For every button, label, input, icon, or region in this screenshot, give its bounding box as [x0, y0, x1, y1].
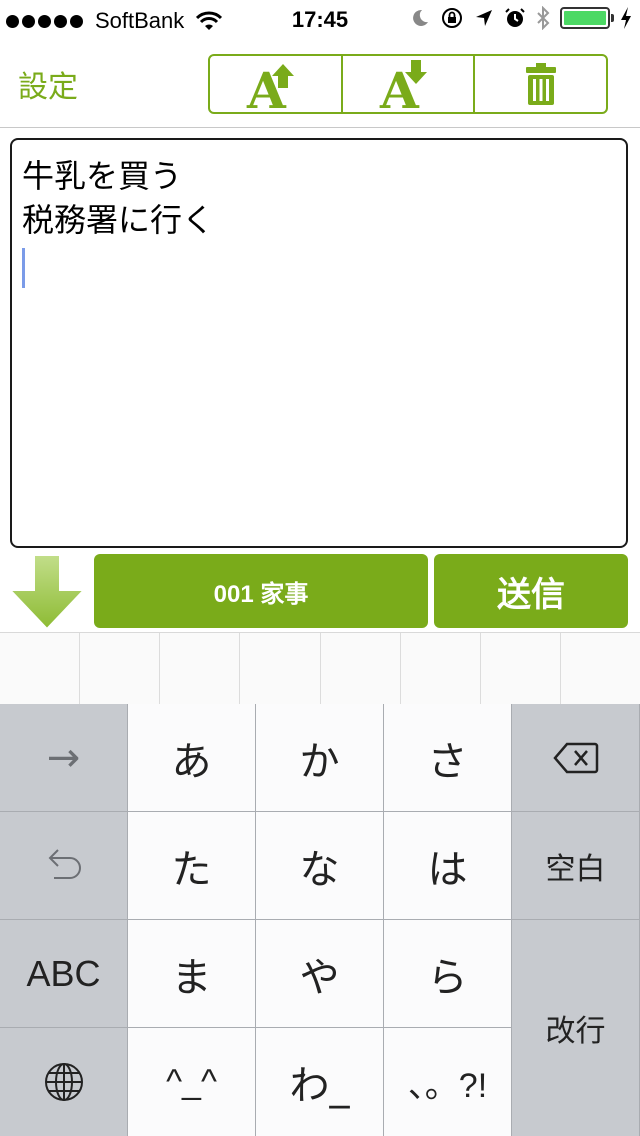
backspace-key[interactable]	[512, 704, 640, 812]
down-arrow-icon	[7, 554, 87, 631]
key-sa[interactable]: さ	[384, 704, 512, 812]
text-cursor	[22, 248, 25, 288]
key-ka[interactable]: か	[256, 704, 384, 812]
key-wa[interactable]: わ_	[256, 1028, 384, 1136]
enter-key[interactable]: 改行	[512, 920, 640, 1136]
trash-icon	[525, 63, 556, 105]
font-increase-icon: A	[246, 61, 295, 110]
key-label: な	[299, 846, 340, 893]
globe-key[interactable]	[0, 1028, 128, 1136]
key-label: さ	[427, 738, 468, 785]
key-ra[interactable]: ら	[384, 920, 512, 1028]
status-bar: SoftBank 17:45	[0, 0, 640, 40]
memo-line: 牛乳を買う	[22, 157, 183, 195]
candidate-cell[interactable]	[401, 633, 481, 704]
alarm-icon	[505, 8, 525, 27]
undo-key[interactable]	[0, 812, 128, 920]
category-button[interactable]: 001 家事	[94, 554, 428, 628]
key-ya[interactable]: や	[256, 920, 384, 1028]
japanese-keyboard: → あ か さ た な は 空白 ABC ま や ら 改行 ^_^ わ_ 、。?…	[0, 704, 640, 1136]
key-label: は	[427, 846, 468, 893]
candidate-bar	[0, 632, 640, 704]
hide-keyboard-button[interactable]	[7, 554, 87, 631]
candidate-cell[interactable]	[160, 633, 241, 704]
memo-line: 税務署に行く	[22, 201, 215, 239]
battery-icon	[560, 7, 614, 29]
font-increase-button[interactable]: A	[210, 56, 343, 112]
cursor-right-key[interactable]: →	[0, 704, 128, 812]
delete-button[interactable]	[475, 56, 606, 112]
key-label: ^_^	[166, 1062, 217, 1101]
rotation-lock-icon	[442, 8, 462, 28]
arrow-right-icon: →	[46, 734, 81, 781]
candidate-cell[interactable]	[0, 633, 81, 704]
memo-textarea[interactable]: 牛乳を買う 税務署に行く	[10, 138, 628, 548]
key-label: ら	[427, 954, 468, 1001]
space-key[interactable]: 空白	[512, 812, 640, 920]
key-ma[interactable]: ま	[128, 920, 256, 1028]
undo-icon	[48, 848, 81, 879]
key-label: 改行	[545, 1014, 606, 1049]
candidate-cell[interactable]	[321, 633, 401, 704]
candidate-cell[interactable]	[481, 633, 561, 704]
key-label: や	[299, 954, 340, 1001]
key-label: ま	[171, 954, 212, 1001]
backspace-icon	[552, 742, 598, 773]
status-right	[410, 6, 632, 30]
send-button[interactable]: 送信	[434, 554, 628, 628]
font-decrease-icon: A	[379, 60, 427, 110]
key-label: ABC	[26, 952, 101, 994]
navigation-bar: 設定 A A	[0, 40, 640, 128]
settings-button[interactable]: 設定	[18, 62, 78, 106]
key-ha[interactable]: は	[384, 812, 512, 920]
location-icon	[476, 10, 492, 26]
key-label: 空白	[545, 851, 606, 887]
charging-icon	[621, 7, 631, 29]
font-decrease-button[interactable]: A	[343, 56, 476, 112]
candidate-cell[interactable]	[80, 633, 161, 704]
toolbar-segment: A A	[208, 54, 608, 114]
key-label: 、。?!	[407, 1066, 488, 1105]
globe-icon	[44, 1063, 83, 1101]
key-label: あ	[171, 738, 212, 785]
key-label: た	[171, 846, 212, 893]
key-punctuation[interactable]: 、。?!	[384, 1028, 512, 1136]
key-a[interactable]: あ	[128, 704, 256, 812]
bluetooth-icon	[537, 6, 550, 30]
key-ta[interactable]: た	[128, 812, 256, 920]
abc-key[interactable]: ABC	[0, 920, 128, 1028]
key-label: か	[299, 738, 340, 785]
key-label: わ_	[289, 1063, 350, 1109]
candidate-cell[interactable]	[561, 633, 640, 704]
key-na[interactable]: な	[256, 812, 384, 920]
key-emoticon[interactable]: ^_^	[128, 1028, 256, 1136]
do-not-disturb-icon	[413, 9, 428, 26]
candidate-cell[interactable]	[240, 633, 321, 704]
